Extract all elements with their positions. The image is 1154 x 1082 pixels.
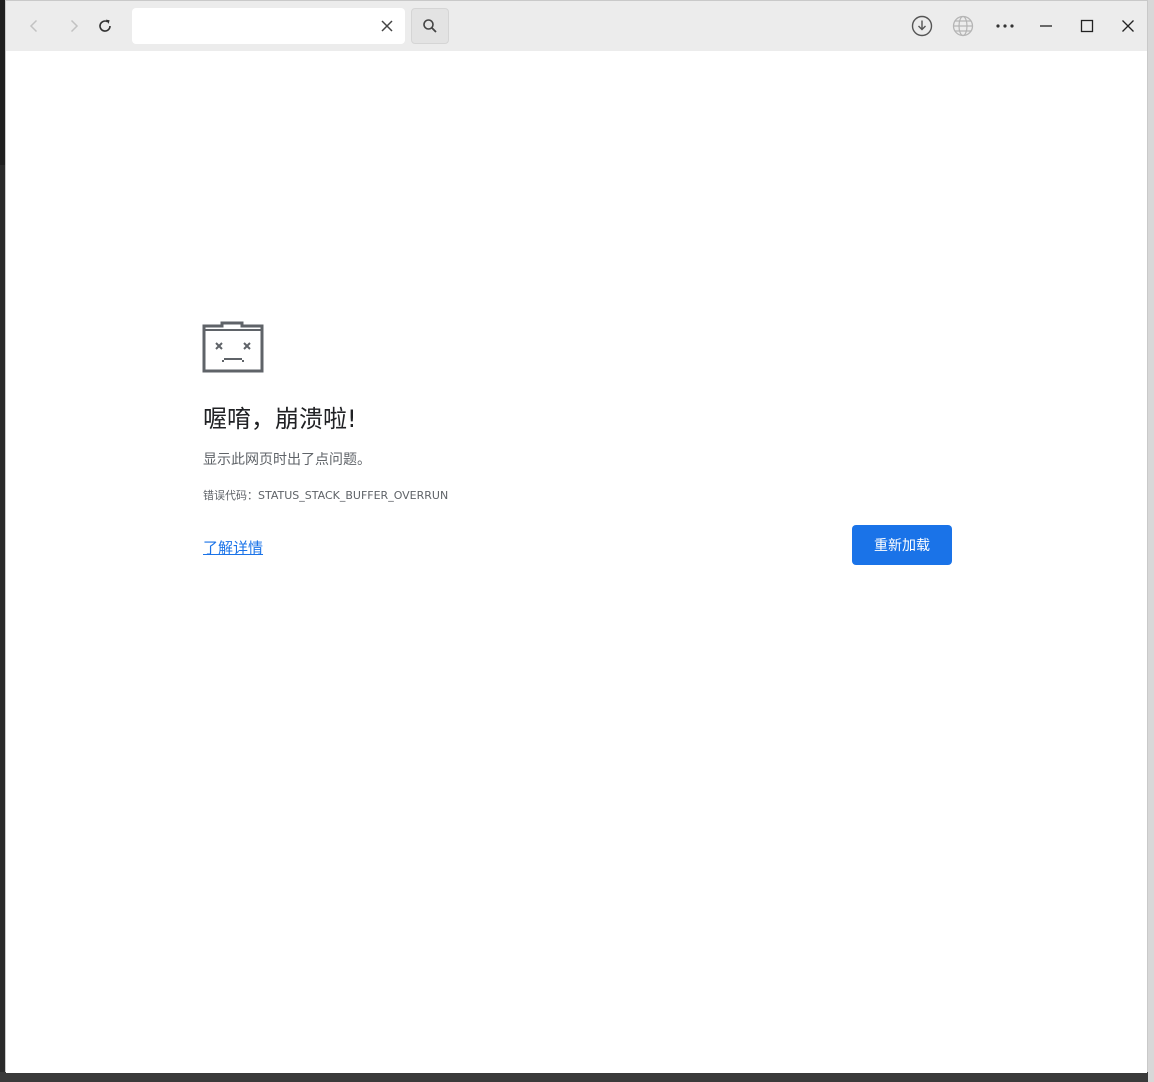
error-title: 喔唷，崩溃啦!	[203, 405, 357, 433]
learn-more-link[interactable]: 了解详情	[203, 537, 263, 558]
minimize-icon	[1040, 25, 1052, 27]
browser-window: 喔唷，崩溃啦! 显示此网页时出了点问题。 错误代码：STATUS_STACK_B…	[5, 0, 1148, 1073]
close-window-button[interactable]	[1113, 11, 1143, 41]
back-button[interactable]	[19, 11, 49, 41]
search-icon	[423, 19, 437, 33]
error-description: 显示此网页时出了点问题。	[203, 452, 371, 468]
globe-icon	[952, 15, 974, 37]
maximize-icon	[1080, 19, 1094, 33]
minimize-button[interactable]	[1031, 11, 1061, 41]
maximize-button[interactable]	[1072, 11, 1102, 41]
search-button[interactable]	[411, 8, 449, 44]
arrow-left-icon	[29, 19, 38, 33]
taskbar-strip	[0, 1072, 1154, 1082]
address-input[interactable]	[142, 16, 366, 38]
error-code: 错误代码：STATUS_STACK_BUFFER_OVERRUN	[203, 489, 449, 502]
sad-folder-icon	[202, 321, 264, 373]
more-button[interactable]	[990, 11, 1020, 41]
globe-button[interactable]	[948, 11, 978, 41]
reload-button[interactable]	[90, 11, 120, 41]
forward-button[interactable]	[59, 11, 89, 41]
close-window-icon	[1122, 20, 1134, 32]
desktop-right-strip	[1148, 0, 1154, 1082]
clear-address-button[interactable]	[375, 14, 399, 38]
browser-toolbar	[6, 1, 1147, 51]
reload-icon	[99, 19, 111, 32]
more-icon	[996, 24, 1014, 28]
close-icon	[381, 20, 393, 32]
download-icon	[911, 15, 933, 37]
download-button[interactable]	[907, 11, 937, 41]
reload-page-button[interactable]: 重新加载	[852, 525, 952, 565]
arrow-right-icon	[70, 19, 79, 33]
error-page: 喔唷，崩溃啦! 显示此网页时出了点问题。 错误代码：STATUS_STACK_B…	[6, 51, 1147, 1073]
address-bar[interactable]	[132, 8, 405, 44]
